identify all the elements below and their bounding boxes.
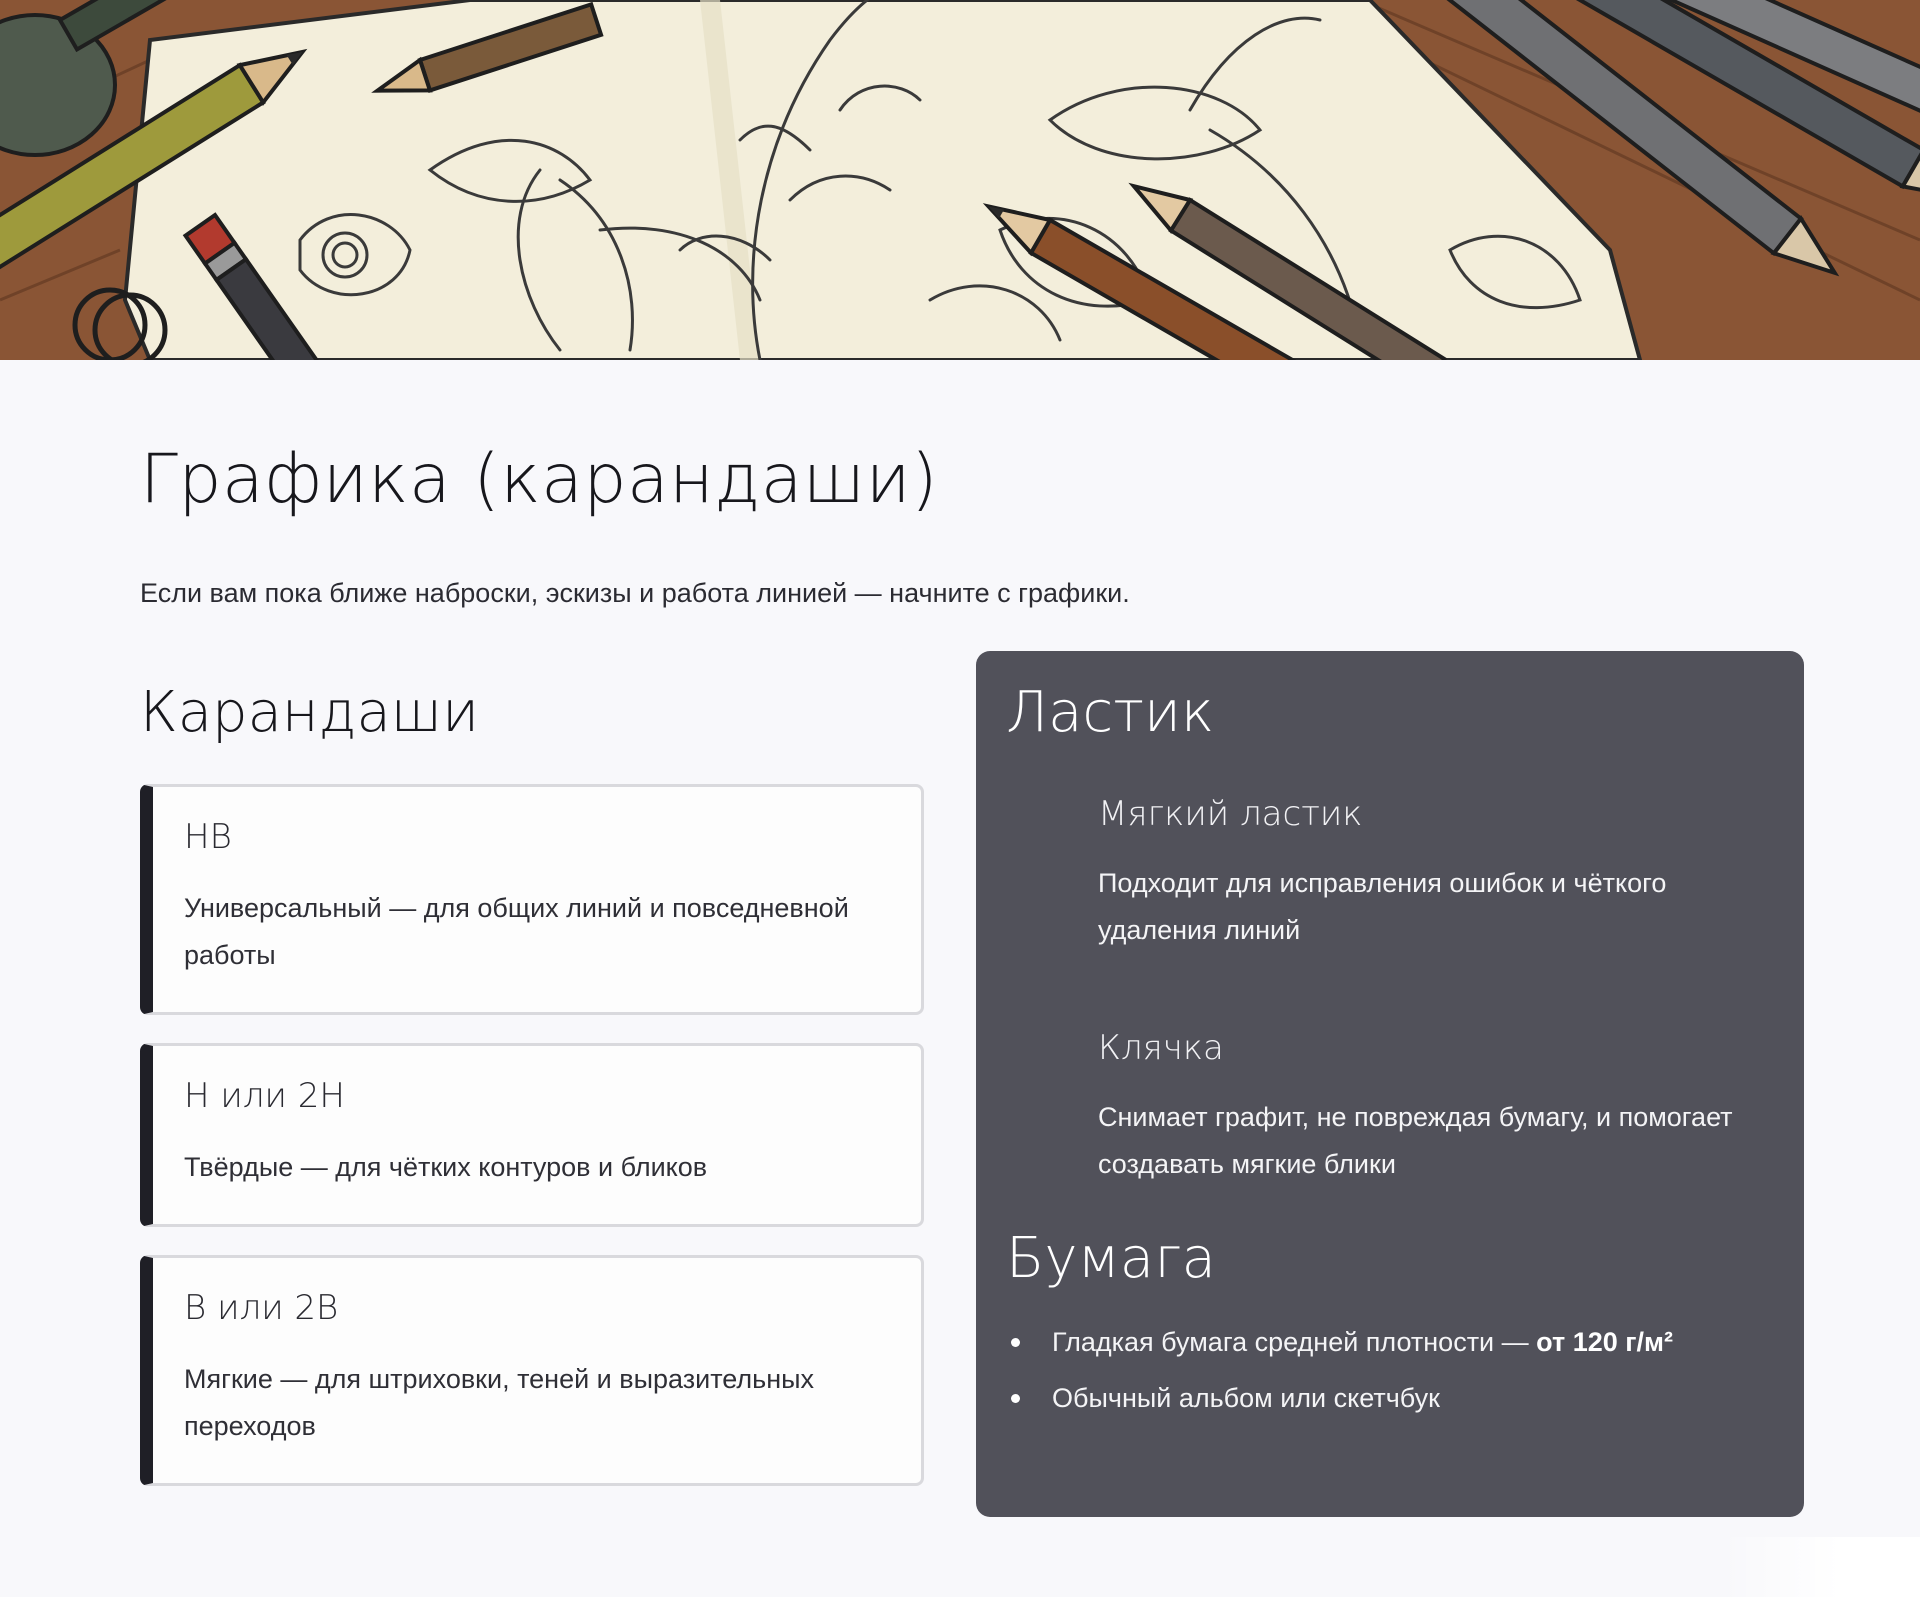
pencil-card-title: HB [184, 817, 232, 857]
pencil-card-h: H или 2H Твёрдые — для чётких контуров и… [140, 1043, 924, 1227]
pencils-illustration [0, 0, 1920, 360]
eraser-item-title: Мягкий ластик [1098, 794, 1363, 834]
list-item: Обычный альбом или скетчбук [1006, 1370, 1786, 1426]
hero-banner [0, 0, 1920, 360]
pencil-card-b: B или 2B Мягкие — для штриховки, теней и… [140, 1255, 924, 1486]
bullet-icon [1011, 1338, 1020, 1347]
pencils-heading: Карандаши [140, 680, 479, 745]
eraser-item-kneaded: Клячка Снимает графит, не повреждая бума… [1098, 1028, 1738, 1188]
pencil-card-title: B или 2B [184, 1288, 339, 1328]
eraser-item-desc: Подходит для исправления ошибок и чётког… [1098, 868, 1667, 945]
list-item: Гладкая бумага средней плотности — от 12… [1006, 1314, 1786, 1370]
pencil-card-desc: Универсальный — для общих линий и повсед… [184, 893, 849, 970]
eraser-heading: Ластик [1006, 680, 1215, 745]
eraser-item-title: Клячка [1098, 1028, 1224, 1068]
page-title: Графика (карандаши) [140, 440, 939, 519]
pencil-card-desc: Мягкие — для штриховки, теней и выразите… [184, 1364, 815, 1441]
bullet-icon [1011, 1394, 1020, 1403]
paper-item-text: Гладкая бумага средней плотности — [1052, 1327, 1537, 1357]
paper-heading: Бумага [1006, 1226, 1216, 1291]
paper-item-text: Обычный альбом или скетчбук [1052, 1383, 1440, 1413]
pencil-card-title: H или 2H [184, 1076, 345, 1116]
materials-panel: Ластик Мягкий ластик Подходит для исправ… [976, 651, 1804, 1517]
paper-item-bold: от 120 г/м² [1536, 1327, 1673, 1357]
intro-text: Если вам пока ближе наброски, эскизы и р… [140, 578, 1130, 608]
corner-glare [1720, 1537, 1920, 1597]
pencil-card-desc: Твёрдые — для чётких контуров и бликов [184, 1152, 708, 1182]
pencil-card-hb: HB Универсальный — для общих линий и пов… [140, 784, 924, 1015]
paper-list: Гладкая бумага средней плотности — от 12… [1006, 1314, 1786, 1426]
eraser-item-soft: Мягкий ластик Подходит для исправления о… [1098, 794, 1738, 954]
eraser-item-desc: Снимает графит, не повреждая бумагу, и п… [1098, 1102, 1733, 1179]
